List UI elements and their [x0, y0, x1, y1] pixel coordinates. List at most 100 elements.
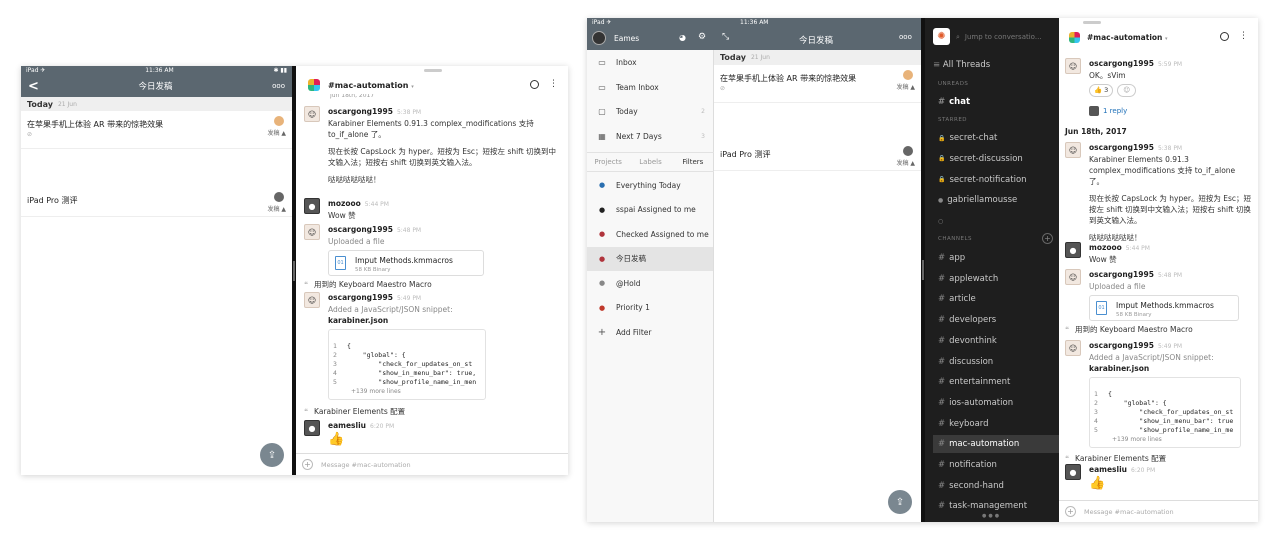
- code-snippet[interactable]: 1{2 "global": {3 "check_for_updates_on_s…: [1089, 377, 1241, 448]
- reaction-thumbs-up[interactable]: 👍 3: [1089, 84, 1114, 97]
- starred-item[interactable]: ● gabriellamousse: [933, 191, 1059, 209]
- filter-item[interactable]: ● Priority 1: [587, 296, 713, 320]
- more-vertical-icon[interactable]: ⋮: [549, 79, 558, 89]
- all-threads[interactable]: ≡ All Threads: [933, 60, 990, 70]
- search-icon[interactable]: [1220, 32, 1229, 41]
- sidebar-item-channel[interactable]: # article: [933, 290, 1059, 308]
- message-author[interactable]: oscargong1995: [1089, 143, 1154, 152]
- search-icon[interactable]: [530, 80, 539, 89]
- user-name[interactable]: Eames: [614, 34, 639, 43]
- message-author[interactable]: mozooo: [328, 199, 361, 208]
- sidebar-item-channel[interactable]: # discussion: [933, 353, 1059, 371]
- tab-labels[interactable]: Labels: [629, 158, 671, 166]
- jump-search[interactable]: ⌕ Jump to conversatio...: [956, 29, 1054, 45]
- tab-filters[interactable]: Filters: [672, 158, 714, 166]
- filter-item[interactable]: + Add Filter: [587, 320, 713, 344]
- code-snippet[interactable]: 1{2 "global": {3 "check_for_updates_on_s…: [328, 329, 486, 400]
- more-icon[interactable]: ooo: [899, 33, 912, 41]
- message-author[interactable]: oscargong1995: [328, 225, 393, 234]
- section-label: Today: [27, 99, 53, 109]
- channel-title[interactable]: #mac-automation ▾: [328, 81, 414, 90]
- composer-placeholder[interactable]: Message #mac-automation: [321, 461, 411, 469]
- sidebar-item-channel[interactable]: # notification: [933, 456, 1059, 474]
- sidebar-item-channel[interactable]: # keyboard: [933, 415, 1059, 433]
- filter-item[interactable]: ● Everything Today: [587, 173, 713, 197]
- replies-link[interactable]: 1 reply: [1103, 107, 1127, 115]
- message-composer[interactable]: + Message #mac-automation: [296, 453, 568, 475]
- drag-handle[interactable]: [424, 69, 442, 72]
- search-icon: ⌕: [956, 32, 960, 41]
- split-handle[interactable]: [293, 261, 295, 281]
- task-item[interactable]: iPad Pro 测评 发稿 ▲: [714, 141, 921, 171]
- sidebar-item-channel[interactable]: # developers: [933, 311, 1059, 329]
- sidebar-item-channel[interactable]: # entertainment: [933, 373, 1059, 391]
- code-line: {: [347, 342, 351, 350]
- message-author[interactable]: oscargong1995: [1089, 341, 1154, 350]
- composer-placeholder[interactable]: Message #mac-automation: [1084, 508, 1174, 516]
- snippet-name[interactable]: karabiner.json: [1089, 363, 1252, 374]
- message-author[interactable]: eamesliu: [1089, 465, 1127, 474]
- sidebar-item-channel[interactable]: # applewatch: [933, 270, 1059, 288]
- message-author[interactable]: mozooo: [1089, 243, 1122, 252]
- sidebar-item-channel[interactable]: # mac-automation: [933, 435, 1059, 454]
- filter-item[interactable]: ● sspai Assigned to me: [587, 198, 713, 222]
- plus-icon[interactable]: +: [302, 459, 313, 470]
- sidebar-item-chat[interactable]: # chat: [933, 93, 1059, 111]
- message-time: 5:48 PM: [1157, 272, 1183, 279]
- message-author[interactable]: oscargong1995: [1089, 59, 1154, 68]
- sidebar-item-channel[interactable]: # second-hand: [933, 477, 1059, 495]
- add-reaction-icon[interactable]: ☺: [1117, 84, 1137, 97]
- add-channel-icon[interactable]: +: [1042, 233, 1053, 244]
- sidebar-item-channel[interactable]: # app: [933, 249, 1059, 267]
- starred-item[interactable]: 🔒 secret-chat: [933, 129, 1059, 147]
- channel-name: #mac-automation: [1087, 33, 1163, 42]
- starred-item[interactable]: ○: [933, 212, 1059, 230]
- sidebar-item-next-7-days[interactable]: ▦ Next 7 Days 3: [587, 124, 713, 148]
- task-item[interactable]: iPad Pro 测评 发稿 ▲: [21, 187, 292, 217]
- task-item[interactable]: 在苹果手机上体验 AR 带来的惊艳效果 ⊘ 发稿 ▲: [21, 111, 292, 149]
- assignee-avatar: [274, 192, 284, 202]
- sidebar-item-channel[interactable]: # devonthink: [933, 332, 1059, 350]
- snippet-name[interactable]: karabiner.json: [328, 315, 562, 326]
- message-author[interactable]: oscargong1995: [328, 293, 393, 302]
- attachment-icon: ⊘: [720, 85, 726, 92]
- karma-icon[interactable]: ◕: [679, 33, 686, 42]
- sidebar-item-channel[interactable]: # ios-automation: [933, 394, 1059, 412]
- quick-add-icon[interactable]: ⇪: [260, 443, 284, 467]
- message-time: 5:44 PM: [364, 201, 389, 208]
- page-dots: ●●●: [982, 513, 1002, 519]
- sidebar-item-team-inbox[interactable]: ▭ Team Inbox: [587, 75, 713, 99]
- expand-icon[interactable]: ⤡: [722, 32, 729, 42]
- message-author[interactable]: oscargong1995: [328, 107, 393, 116]
- sidebar-item-inbox[interactable]: ▭ Inbox: [587, 50, 713, 74]
- tab-projects[interactable]: Projects: [587, 158, 629, 166]
- filter-item[interactable]: ● 今日发稿: [587, 246, 713, 271]
- sidebar-item-today[interactable]: ▢ Today 2: [587, 99, 713, 123]
- starred-item[interactable]: 🔒 secret-notification: [933, 171, 1059, 189]
- file-attachment[interactable]: 01 Imput Methods.kmmacros 58 KB Binary: [328, 250, 484, 276]
- more-lines-link[interactable]: +139 more lines: [1094, 435, 1236, 444]
- drag-handle[interactable]: [1083, 21, 1101, 24]
- channel-title[interactable]: #mac-automation ▾: [1087, 33, 1168, 42]
- starred-item[interactable]: 🔒 secret-discussion: [933, 150, 1059, 168]
- message-text: Added a JavaScript/JSON snippet:: [1089, 353, 1214, 362]
- plus-icon[interactable]: +: [1065, 506, 1076, 517]
- thread-replies[interactable]: 1 reply: [1089, 106, 1127, 116]
- code-line: "show_profile_name_in_men: [347, 378, 477, 386]
- quick-add-icon[interactable]: ⇪: [888, 490, 912, 514]
- gear-icon[interactable]: ⚙: [698, 32, 706, 42]
- message-composer[interactable]: + Message #mac-automation: [1059, 500, 1258, 522]
- channel-label: task-management: [949, 501, 1028, 512]
- message-author[interactable]: eamesliu: [328, 421, 366, 430]
- more-icon[interactable]: ooo: [272, 82, 285, 90]
- filter-item[interactable]: ● Checked Assigned to me: [587, 222, 713, 246]
- file-attachment[interactable]: 01 Imput Methods.kmmacros 58 KB Binary: [1089, 295, 1239, 321]
- message-author[interactable]: oscargong1995: [1089, 270, 1154, 279]
- workspace-icon[interactable]: ✺: [933, 28, 950, 45]
- more-lines-link[interactable]: +139 more lines: [333, 387, 481, 396]
- filter-item[interactable]: ● @Hold: [587, 271, 713, 295]
- back-chevron-icon[interactable]: <: [28, 79, 39, 94]
- more-vertical-icon[interactable]: ⋮: [1239, 31, 1248, 41]
- split-handle[interactable]: [922, 260, 924, 280]
- task-item[interactable]: 在苹果手机上体验 AR 带来的惊艳效果 ⊘ 发稿 ▲: [714, 65, 921, 103]
